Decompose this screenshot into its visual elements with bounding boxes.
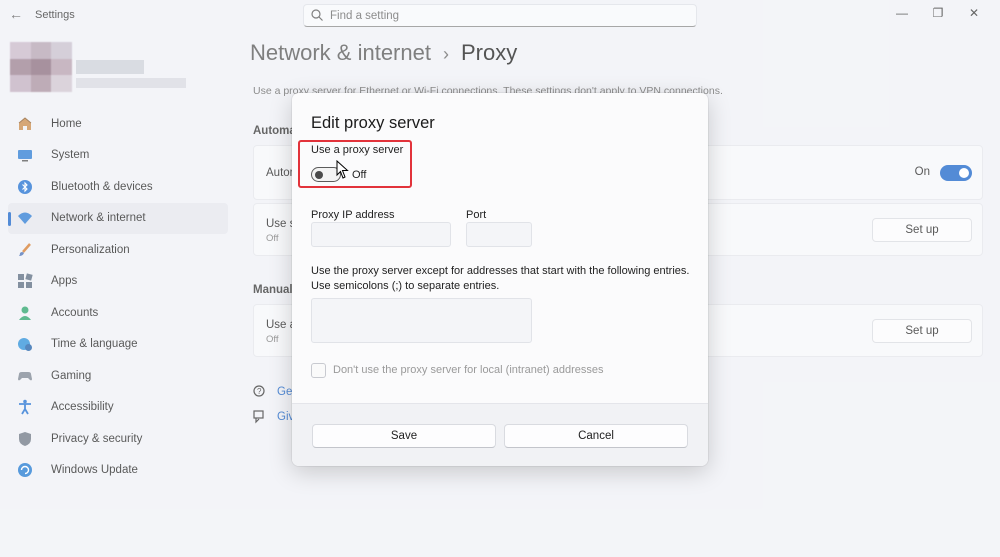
dialog-title: Edit proxy server [311, 114, 435, 132]
mouse-cursor-icon [336, 160, 349, 179]
save-button[interactable]: Save [312, 424, 496, 448]
exceptions-instruction-2: Use semicolons (;) to separate entries. [311, 280, 500, 292]
proxy-ip-field[interactable] [311, 222, 451, 247]
exceptions-textarea[interactable] [311, 298, 532, 343]
proxy-ip-label: Proxy IP address [311, 209, 395, 221]
edit-proxy-dialog: Edit proxy server Use a proxy server Off… [292, 93, 708, 466]
use-proxy-label: Use a proxy server [311, 144, 404, 156]
local-bypass-checkbox[interactable] [311, 363, 326, 378]
port-label: Port [466, 209, 487, 221]
dialog-footer: Save Cancel [292, 403, 708, 466]
cancel-button[interactable]: Cancel [504, 424, 688, 448]
exceptions-instruction-1: Use the proxy server except for addresse… [311, 265, 690, 277]
use-proxy-state: Off [352, 169, 367, 181]
local-bypass-label: Don't use the proxy server for local (in… [333, 364, 604, 376]
port-field[interactable] [466, 222, 532, 247]
